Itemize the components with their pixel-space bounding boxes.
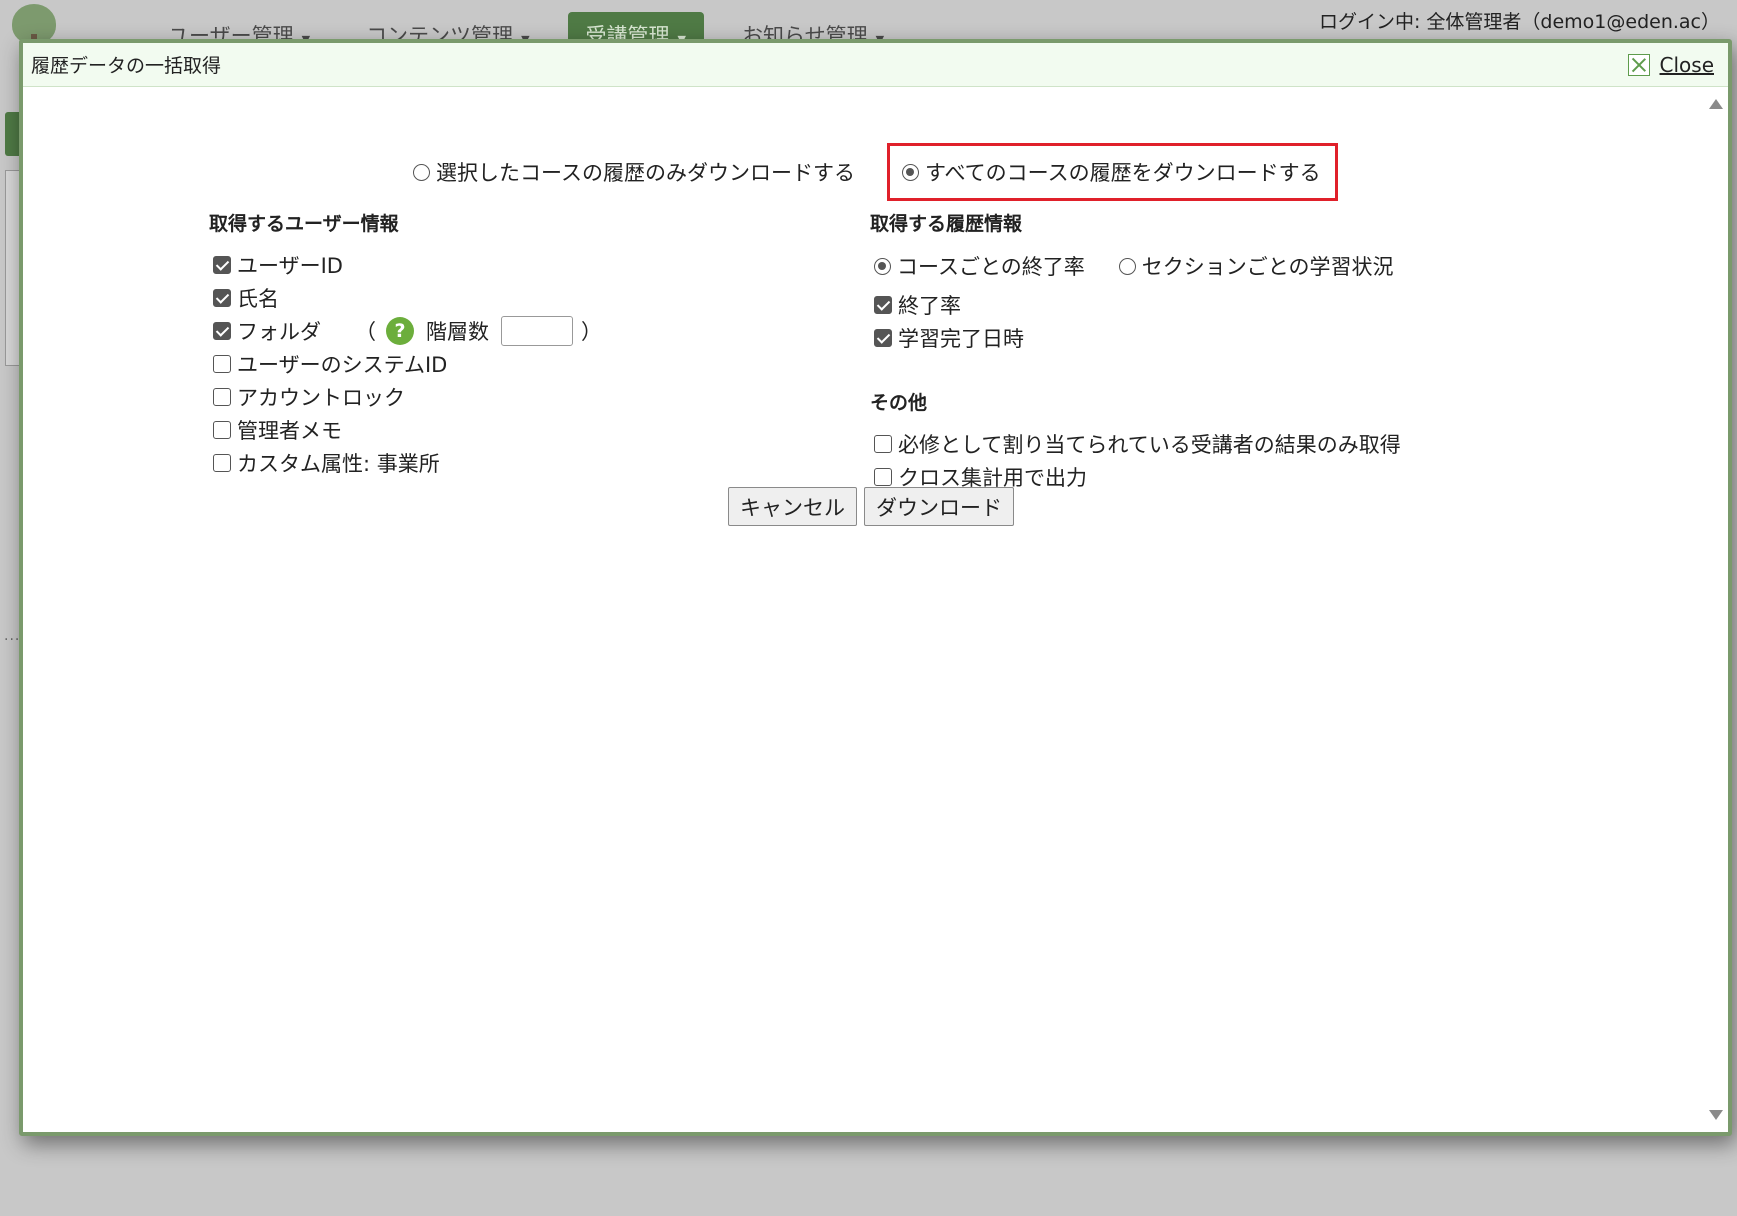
option-completion-rate[interactable]: 終了率: [870, 288, 1401, 321]
checkbox-folder[interactable]: [213, 321, 231, 340]
option-label: フォルダ: [237, 319, 321, 344]
checkbox-account-lock[interactable]: [213, 387, 231, 406]
option-label: アカウントロック: [237, 385, 405, 410]
history-option-course-completion[interactable]: コースごとの終了率: [874, 251, 1085, 281]
other-heading: その他: [870, 392, 928, 414]
option-user-id[interactable]: ユーザーID: [209, 248, 602, 281]
checkbox-admin-memo[interactable]: [213, 420, 231, 439]
checkbox-completion-rate[interactable]: [874, 295, 892, 314]
depth-input[interactable]: [501, 315, 573, 346]
history-info-heading: 取得する履歴情報: [870, 213, 1023, 235]
scope-option-selected-courses[interactable]: 選択したコースの履歴のみダウンロードする: [413, 157, 855, 187]
option-custom-attribute[interactable]: カスタム属性: 事業所: [209, 446, 602, 479]
tree-logo-icon: [12, 4, 56, 48]
option-label: 必修として割り当てられている受講者の結果のみ取得: [898, 432, 1401, 457]
download-scope-options: 選択したコースの履歴のみダウンロードする すべてのコースの履歴をダウンロードする: [413, 143, 1338, 201]
option-required-only[interactable]: 必修として割り当てられている受講者の結果のみ取得: [870, 427, 1401, 460]
option-completion-datetime[interactable]: 学習完了日時: [870, 321, 1401, 354]
sidebar-frame: [5, 170, 19, 366]
history-info-section: 取得する履歴情報 コースごとの終了率 セクションごとの学習状況 終了率 学習完了…: [870, 209, 1401, 493]
help-icon[interactable]: ?: [386, 316, 414, 345]
option-label: 学習完了日時: [898, 326, 1024, 351]
radio-course-completion[interactable]: [874, 257, 891, 275]
user-info-section: 取得するユーザー情報 ユーザーID 氏名 フォルダ （ ? 階層数 ） ユーザー…: [209, 209, 602, 479]
checkbox-completion-datetime[interactable]: [874, 328, 892, 347]
option-folder: フォルダ （ ? 階層数 ）: [209, 314, 602, 347]
history-type-options: コースごとの終了率 セクションごとの学習状況: [870, 248, 1401, 284]
dialog-title: 履歴データの一括取得: [31, 55, 222, 77]
checkbox-user-id[interactable]: [213, 255, 231, 274]
radio-selected-courses[interactable]: [413, 163, 430, 181]
paren-open: （: [355, 319, 376, 344]
history-option-section-status[interactable]: セクションごとの学習状況: [1118, 251, 1394, 281]
radio-section-status[interactable]: [1118, 257, 1136, 275]
user-info-heading: 取得するユーザー情報: [209, 213, 399, 235]
option-name[interactable]: 氏名: [209, 281, 602, 314]
close-button[interactable]: Close: [1627, 53, 1714, 77]
other-section: その他 必修として割り当てられている受講者の結果のみ取得 クロス集計用で出力: [870, 388, 1401, 493]
option-system-id[interactable]: ユーザーのシステムID: [209, 347, 602, 380]
dialog-body: 選択したコースの履歴のみダウンロードする すべてのコースの履歴をダウンロードする…: [23, 87, 1728, 1132]
option-label: 管理者メモ: [237, 418, 342, 443]
login-status: ログイン中: 全体管理者（demo1@eden.ac）: [1318, 11, 1720, 33]
depth-label: 階層数: [426, 319, 489, 344]
scroll-down-arrow-icon[interactable]: [1709, 1110, 1723, 1120]
dialog-header: 履歴データの一括取得 Close: [23, 43, 1728, 87]
scope-option-all-courses[interactable]: すべてのコースの履歴をダウンロードする: [886, 143, 1338, 201]
option-admin-memo[interactable]: 管理者メモ: [209, 413, 602, 446]
splitter-dots-icon: ···: [4, 632, 21, 648]
history-option-label: セクションごとの学習状況: [1141, 255, 1394, 279]
close-icon[interactable]: [1627, 53, 1650, 76]
cancel-button[interactable]: キャンセル: [728, 487, 857, 526]
bulk-history-dialog: 履歴データの一括取得 Close 選択したコースの履歴のみダウンロードする すべ…: [19, 39, 1732, 1136]
option-label: カスタム属性: 事業所: [237, 451, 440, 476]
option-label: ユーザーのシステムID: [237, 352, 448, 377]
scroll-up-arrow-icon[interactable]: [1709, 99, 1723, 109]
checkbox-name[interactable]: [213, 288, 231, 307]
history-option-label: コースごとの終了率: [897, 255, 1085, 279]
checkbox-required-only[interactable]: [874, 434, 892, 453]
dialog-buttons: キャンセル ダウンロード: [728, 487, 1014, 526]
checkbox-custom-attribute[interactable]: [213, 453, 231, 472]
option-account-lock[interactable]: アカウントロック: [209, 380, 602, 413]
paren-close: ）: [581, 319, 602, 344]
checkbox-crosstab-output[interactable]: [874, 467, 892, 486]
sidebar-tab: [5, 112, 19, 156]
scope-option-label: すべてのコースの履歴をダウンロードする: [924, 161, 1321, 185]
close-link[interactable]: Close: [1660, 53, 1714, 77]
download-button[interactable]: ダウンロード: [864, 487, 1014, 526]
option-label: 終了率: [898, 293, 961, 318]
checkbox-system-id[interactable]: [213, 354, 231, 373]
scope-option-label: 選択したコースの履歴のみダウンロードする: [436, 161, 855, 185]
option-label: 氏名: [237, 286, 279, 311]
radio-all-courses[interactable]: [901, 163, 919, 181]
option-label: ユーザーID: [237, 253, 343, 278]
